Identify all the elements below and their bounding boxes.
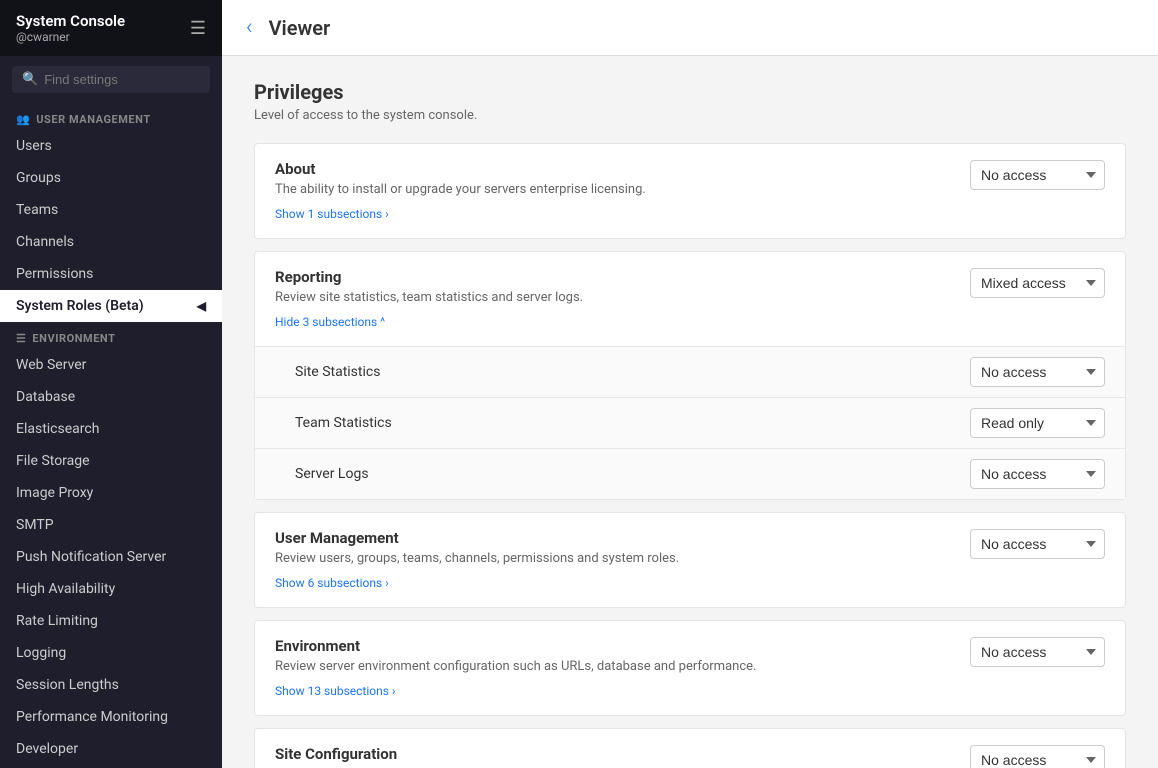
- priv-card-site-configuration: Site Configuration Review site specific …: [254, 728, 1126, 768]
- sidebar-header-info: System Console @cwarner: [16, 12, 125, 44]
- priv-select-site-configuration[interactable]: No access Read only Read and write Mixed…: [970, 745, 1105, 768]
- priv-info-site-configuration: Site Configuration Review site specific …: [275, 745, 970, 768]
- users-group-icon: 👥: [16, 113, 30, 126]
- active-arrow-icon: ◀: [197, 299, 206, 313]
- sidebar-item-elasticsearch[interactable]: Elasticsearch: [0, 413, 222, 445]
- back-button[interactable]: ‹: [246, 15, 253, 40]
- priv-card-user-management: User Management Review users, groups, te…: [254, 512, 1126, 608]
- sidebar-item-rate-limiting[interactable]: Rate Limiting: [0, 605, 222, 637]
- priv-info-user-management: User Management Review users, groups, te…: [275, 529, 970, 591]
- priv-toggle-about[interactable]: Show 1 subsections ›: [275, 207, 389, 221]
- section-label-environment: ☰ ENVIRONMENT: [0, 322, 222, 349]
- priv-desc-environment: Review server environment configuration …: [275, 659, 970, 674]
- topbar: ‹ Viewer: [222, 0, 1158, 56]
- priv-select-user-management[interactable]: No access Read only Read and write Mixed…: [970, 529, 1105, 559]
- privileges-subtitle: Level of access to the system console.: [254, 108, 1126, 123]
- sidebar-item-push-notification[interactable]: Push Notification Server: [0, 541, 222, 573]
- sidebar: System Console @cwarner ☰ 🔍 👥 USER MANAG…: [0, 0, 222, 768]
- environment-icon: ☰: [16, 332, 26, 345]
- priv-select-wrap-user-management: No access Read only Read and write Mixed…: [970, 529, 1105, 559]
- priv-info-about: About The ability to install or upgrade …: [275, 160, 970, 222]
- subsection-row-team-statistics: Team Statistics No access Read only Read…: [255, 398, 1125, 449]
- priv-name-user-management: User Management: [275, 529, 970, 547]
- sidebar-item-logging[interactable]: Logging: [0, 637, 222, 669]
- priv-select-wrap-about: No access Read only Read and write Mixed…: [970, 160, 1105, 190]
- priv-desc-about: The ability to install or upgrade your s…: [275, 182, 970, 197]
- priv-select-server-logs[interactable]: No access Read only Read and write: [970, 459, 1105, 489]
- privileges-title: Privileges: [254, 80, 1126, 104]
- priv-name-environment: Environment: [275, 637, 970, 655]
- subsection-row-site-statistics: Site Statistics No access Read only Read…: [255, 347, 1125, 398]
- sidebar-item-session-lengths[interactable]: Session Lengths: [0, 669, 222, 701]
- sidebar-item-smtp[interactable]: SMTP: [0, 509, 222, 541]
- sidebar-username: @cwarner: [16, 30, 125, 44]
- sidebar-header: System Console @cwarner ☰: [0, 0, 222, 56]
- hamburger-icon[interactable]: ☰: [190, 18, 206, 39]
- sidebar-search-box[interactable]: 🔍: [12, 66, 210, 93]
- sidebar-item-users[interactable]: Users: [0, 130, 222, 162]
- sidebar-item-system-roles[interactable]: System Roles (Beta) ◀: [0, 290, 222, 322]
- priv-select-reporting[interactable]: No access Read only Read and write Mixed…: [970, 268, 1105, 298]
- sidebar-item-database[interactable]: Database: [0, 381, 222, 413]
- subsection-name-server-logs: Server Logs: [295, 466, 369, 482]
- page-title: Viewer: [269, 16, 331, 40]
- sidebar-item-performance-monitoring[interactable]: Performance Monitoring: [0, 701, 222, 733]
- priv-select-about[interactable]: No access Read only Read and write Mixed…: [970, 160, 1105, 190]
- section-label-user-management: 👥 USER MANAGEMENT: [0, 103, 222, 130]
- priv-name-reporting: Reporting: [275, 268, 970, 286]
- priv-select-site-statistics[interactable]: No access Read only Read and write: [970, 357, 1105, 387]
- priv-toggle-reporting[interactable]: Hide 3 subsections ^: [275, 315, 385, 329]
- sidebar-item-web-server[interactable]: Web Server: [0, 349, 222, 381]
- search-icon: 🔍: [22, 72, 38, 87]
- subsection-name-site-statistics: Site Statistics: [295, 364, 380, 380]
- priv-row-about: About The ability to install or upgrade …: [255, 144, 1125, 238]
- priv-card-environment: Environment Review server environment co…: [254, 620, 1126, 716]
- app-title: System Console: [16, 12, 125, 30]
- priv-toggle-user-management[interactable]: Show 6 subsections ›: [275, 576, 389, 590]
- sidebar-item-file-storage[interactable]: File Storage: [0, 445, 222, 477]
- priv-select-environment[interactable]: No access Read only Read and write Mixed…: [970, 637, 1105, 667]
- priv-row-site-configuration: Site Configuration Review site specific …: [255, 729, 1125, 768]
- priv-card-reporting: Reporting Review site statistics, team s…: [254, 251, 1126, 500]
- priv-info-reporting: Reporting Review site statistics, team s…: [275, 268, 970, 330]
- priv-select-wrap-site-configuration: No access Read only Read and write Mixed…: [970, 745, 1105, 768]
- subsection-row-server-logs: Server Logs No access Read only Read and…: [255, 449, 1125, 499]
- main-content: ‹ Viewer Privileges Level of access to t…: [222, 0, 1158, 768]
- sidebar-item-permissions[interactable]: Permissions: [0, 258, 222, 290]
- subsection-name-team-statistics: Team Statistics: [295, 415, 392, 431]
- priv-name-site-configuration: Site Configuration: [275, 745, 970, 763]
- sidebar-item-teams[interactable]: Teams: [0, 194, 222, 226]
- priv-row-reporting: Reporting Review site statistics, team s…: [255, 252, 1125, 346]
- priv-row-environment: Environment Review server environment co…: [255, 621, 1125, 715]
- priv-row-user-management: User Management Review users, groups, te…: [255, 513, 1125, 607]
- sidebar-item-developer[interactable]: Developer: [0, 733, 222, 765]
- sidebar-item-image-proxy[interactable]: Image Proxy: [0, 477, 222, 509]
- sidebar-item-groups[interactable]: Groups: [0, 162, 222, 194]
- priv-name-about: About: [275, 160, 970, 178]
- priv-toggle-environment[interactable]: Show 13 subsections ›: [275, 684, 396, 698]
- search-input[interactable]: [44, 72, 200, 87]
- priv-desc-user-management: Review users, groups, teams, channels, p…: [275, 551, 970, 566]
- sidebar-item-high-availability[interactable]: High Availability: [0, 573, 222, 605]
- sidebar-item-channels[interactable]: Channels: [0, 226, 222, 258]
- priv-select-wrap-environment: No access Read only Read and write Mixed…: [970, 637, 1105, 667]
- priv-card-about: About The ability to install or upgrade …: [254, 143, 1126, 239]
- priv-desc-reporting: Review site statistics, team statistics …: [275, 290, 970, 305]
- priv-select-wrap-reporting: No access Read only Read and write Mixed…: [970, 268, 1105, 298]
- subsections-reporting: Site Statistics No access Read only Read…: [255, 346, 1125, 499]
- content-area: Privileges Level of access to the system…: [222, 56, 1158, 768]
- priv-info-environment: Environment Review server environment co…: [275, 637, 970, 699]
- priv-select-team-statistics[interactable]: No access Read only Read and write: [970, 408, 1105, 438]
